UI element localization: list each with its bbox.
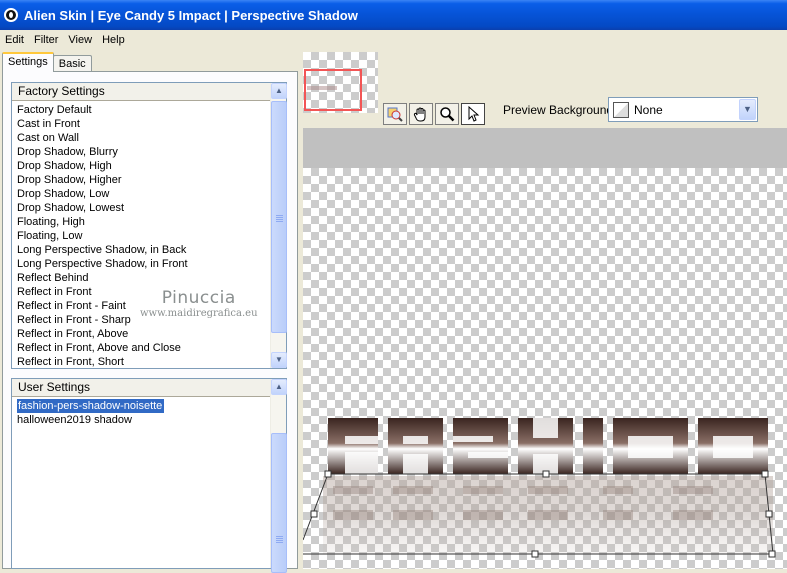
scroll-down-icon[interactable]: ▼ bbox=[271, 352, 287, 368]
list-item[interactable]: Drop Shadow, Lowest bbox=[12, 201, 270, 215]
list-item[interactable]: Reflect in Front, Above bbox=[12, 327, 270, 341]
list-item[interactable]: Drop Shadow, Blurry bbox=[12, 145, 270, 159]
list-item[interactable]: Long Perspective Shadow, in Back bbox=[12, 243, 270, 257]
factory-settings-items: Factory Default Cast in Front Cast on Wall… bbox=[12, 103, 270, 368]
chevron-down-icon[interactable]: ▼ bbox=[739, 99, 756, 120]
factory-settings-scrollbar[interactable]: ▲ ▼ bbox=[270, 83, 287, 368]
magnifier-icon[interactable] bbox=[435, 103, 459, 125]
preview-background-label: Preview Background: bbox=[503, 103, 617, 117]
menu-view[interactable]: View bbox=[63, 34, 97, 46]
tab-strip: Settings Basic bbox=[2, 52, 92, 72]
menu-help[interactable]: Help bbox=[97, 34, 130, 46]
preview-background-value: None bbox=[634, 102, 663, 117]
user-settings-list[interactable]: User Settings fashion-pers-shadow-noiset… bbox=[11, 378, 287, 573]
scroll-up-icon[interactable]: ▲ bbox=[271, 379, 287, 395]
menu-bar: Edit Filter View Help bbox=[0, 30, 787, 49]
window-title: Alien Skin | Eye Candy 5 Impact | Perspe… bbox=[24, 7, 358, 23]
watermark-name: Pinuccia bbox=[161, 288, 236, 308]
title-bar: Alien Skin | Eye Candy 5 Impact | Perspe… bbox=[0, 0, 787, 30]
list-item-selected[interactable]: fashion-pers-shadow-noisette bbox=[12, 399, 270, 413]
zoom-preview-icon[interactable] bbox=[383, 103, 407, 125]
list-item[interactable]: Factory Default bbox=[12, 103, 270, 117]
list-item[interactable]: Reflect Behind bbox=[12, 271, 270, 285]
list-item[interactable]: Floating, High bbox=[12, 215, 270, 229]
list-item[interactable]: halloween2019 shadow bbox=[12, 413, 270, 427]
scroll-thumb[interactable] bbox=[271, 433, 287, 573]
preview-toolbar-strip bbox=[303, 128, 787, 168]
list-item[interactable]: Cast in Front bbox=[12, 117, 270, 131]
watermark-url: www.maidiregrafica.eu bbox=[140, 308, 258, 319]
preview-canvas[interactable] bbox=[303, 168, 787, 569]
arrow-pointer-icon[interactable] bbox=[461, 103, 485, 125]
navigator-view-frame[interactable] bbox=[304, 69, 362, 111]
menu-filter[interactable]: Filter bbox=[29, 34, 63, 46]
tab-basic[interactable]: Basic bbox=[52, 55, 92, 72]
user-settings-items: fashion-pers-shadow-noisette halloween20… bbox=[12, 399, 270, 568]
user-settings-scrollbar[interactable]: ▲ bbox=[270, 379, 287, 573]
list-item[interactable]: Floating, Low bbox=[12, 229, 270, 243]
list-item[interactable]: Reflect in Front, Short bbox=[12, 355, 270, 368]
list-item[interactable]: Drop Shadow, Higher bbox=[12, 173, 270, 187]
tab-settings[interactable]: Settings bbox=[2, 52, 54, 72]
preview-tools bbox=[383, 103, 487, 125]
menu-edit[interactable]: Edit bbox=[0, 34, 29, 46]
list-item[interactable]: Reflect in Front, Above and Close bbox=[12, 341, 270, 355]
hand-icon[interactable] bbox=[409, 103, 433, 125]
preview-artwork bbox=[303, 418, 776, 558]
watermark: Pinuccia www.maidiregrafica.eu bbox=[140, 288, 258, 319]
factory-settings-list[interactable]: Factory Settings Factory Default Cast in … bbox=[11, 82, 287, 369]
preview-background-select[interactable]: None ▼ bbox=[608, 97, 758, 122]
list-item[interactable]: Drop Shadow, Low bbox=[12, 187, 270, 201]
background-swatch-icon bbox=[613, 101, 629, 118]
list-item[interactable]: Drop Shadow, High bbox=[12, 159, 270, 173]
list-item[interactable]: Long Perspective Shadow, in Front bbox=[12, 257, 270, 271]
scroll-up-icon[interactable]: ▲ bbox=[271, 83, 287, 99]
list-item[interactable]: Cast on Wall bbox=[12, 131, 270, 145]
factory-settings-header: Factory Settings bbox=[12, 83, 286, 101]
user-settings-header: User Settings bbox=[12, 379, 286, 397]
app-icon bbox=[4, 8, 18, 22]
scroll-thumb[interactable] bbox=[271, 101, 287, 333]
